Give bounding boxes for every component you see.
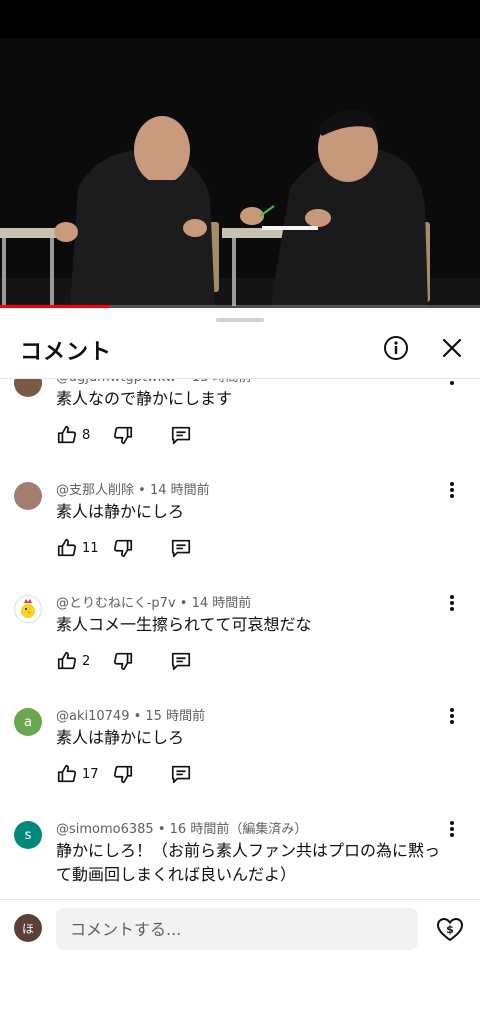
comment-text: 素人コメ一生擦られてて可哀想だな: [56, 615, 312, 634]
close-button[interactable]: [436, 332, 468, 364]
reply-icon: [171, 539, 191, 558]
comment-item: @支那人削除 • 14 時間前 素人は静かにしろ 11: [0, 474, 480, 587]
comment-meta: @simomo6385 • 16 時間前（編集済み）: [56, 818, 307, 837]
like-icon: [57, 651, 77, 670]
comment-text: 素人は静かにしろ: [56, 728, 185, 747]
like-icon: [57, 764, 77, 783]
meta-separator: •: [175, 596, 192, 611]
comment-time: 14 時間前: [149, 483, 210, 498]
reply-icon: [171, 765, 191, 784]
comment-text: 静かにしろ！（お前ら素人ファン共はプロの為に黙って動画回しまくれば良いんだよ）: [56, 841, 441, 884]
avatar-letter: s: [24, 827, 32, 843]
comment-actions: 8: [56, 423, 194, 447]
dislike-button[interactable]: [112, 650, 170, 672]
comment-item: a @aki10749 • 15 時間前 素人は静かにしろ 17: [0, 700, 480, 813]
commenter-avatar[interactable]: [14, 595, 42, 623]
comment-author[interactable]: @支那人削除: [56, 483, 134, 498]
dislike-button[interactable]: [112, 537, 170, 559]
like-count: 11: [82, 540, 99, 556]
reply-button[interactable]: [170, 763, 194, 785]
close-icon: [442, 338, 462, 358]
reply-button[interactable]: [170, 424, 194, 446]
commenter-avatar[interactable]: s: [14, 821, 42, 849]
comment-meta: @agjdmwtgptwkw • 13 時間前: [56, 379, 252, 385]
comment-author[interactable]: @simomo6385: [56, 822, 154, 837]
info-button[interactable]: [380, 332, 412, 364]
comment-more-button[interactable]: [440, 591, 464, 615]
comment-author[interactable]: @とりむねにく-p7v: [56, 596, 176, 611]
commenter-avatar[interactable]: a: [14, 708, 42, 736]
meta-separator: •: [153, 822, 170, 837]
reply-icon: [171, 652, 191, 671]
dislike-icon: [113, 765, 133, 784]
comment-text: 素人は静かにしろ: [56, 502, 185, 521]
more-vert-icon: [450, 482, 454, 498]
meta-separator: •: [176, 379, 192, 385]
comment-item: s @simomo6385 • 16 時間前（編集済み） 静かにしろ！（お前ら素人フ…: [0, 813, 480, 899]
reply-button[interactable]: [170, 650, 194, 672]
comment-more-button[interactable]: [440, 817, 464, 841]
dislike-icon: [113, 426, 133, 445]
comment-meta: @支那人削除 • 14 時間前: [56, 479, 210, 498]
comment-input-bar: ほ $: [0, 900, 480, 960]
comment-author[interactable]: @agjdmwtgptwkw: [56, 379, 176, 385]
more-vert-icon: [450, 708, 454, 724]
video-frame: [0, 38, 480, 308]
meta-separator: •: [134, 483, 150, 498]
comment-text: 素人なので静かにします: [56, 389, 233, 408]
comment-more-button[interactable]: [440, 478, 464, 502]
comment-actions: 11: [56, 536, 194, 560]
comments-header: コメント: [0, 328, 480, 378]
comment-author[interactable]: @aki10749: [56, 709, 129, 724]
more-vert-icon: [450, 821, 454, 837]
comment-meta: @aki10749 • 15 時間前: [56, 705, 205, 724]
like-icon: [57, 425, 77, 444]
comment-input[interactable]: [56, 908, 418, 950]
comment-time: 15 時間前: [145, 709, 206, 724]
comment-actions: 17: [56, 762, 194, 786]
like-count: 8: [82, 427, 91, 443]
like-icon: [57, 538, 77, 557]
super-thanks-heart-dollar-icon: $: [436, 917, 464, 942]
super-thanks-button[interactable]: $: [434, 914, 466, 946]
info-circle-icon: [384, 336, 408, 360]
comment-time: 14 時間前: [191, 596, 252, 611]
commenter-avatar[interactable]: [14, 379, 42, 397]
comment-actions: 2: [56, 649, 194, 673]
user-avatar[interactable]: ほ: [14, 914, 42, 942]
reply-icon: [171, 426, 191, 445]
status-bar: [0, 0, 480, 38]
comment-item: @agjdmwtgptwkw • 13 時間前素人なので静かにします 8: [0, 379, 480, 474]
comment-list[interactable]: @agjdmwtgptwkw • 13 時間前素人なので静かにします 8 @支那人削…: [0, 379, 480, 899]
comment-item: @とりむねにく-p7v • 14 時間前素人コメ一生擦られてて可哀想だな 2: [0, 587, 480, 700]
chick-avatar-icon: [14, 595, 42, 623]
commenter-avatar[interactable]: [14, 482, 42, 510]
comment-time: 16 時間前（編集済み）: [169, 822, 308, 837]
comment-time: 13 時間前: [192, 379, 252, 385]
dislike-icon: [113, 652, 133, 671]
more-vert-icon: [450, 595, 454, 611]
avatar-letter: a: [24, 714, 32, 730]
like-count: 2: [82, 653, 91, 669]
like-button[interactable]: 2: [56, 650, 112, 672]
reply-button[interactable]: [170, 537, 194, 559]
dislike-button[interactable]: [112, 763, 170, 785]
dislike-icon: [113, 539, 133, 558]
like-button[interactable]: 17: [56, 763, 112, 785]
more-vert-icon: [450, 381, 454, 385]
like-count: 17: [82, 766, 99, 782]
like-button[interactable]: 11: [56, 537, 112, 559]
dislike-button[interactable]: [112, 424, 170, 446]
comment-more-button[interactable]: [440, 379, 464, 389]
meta-separator: •: [129, 709, 146, 724]
svg-text:$: $: [446, 923, 454, 936]
like-button[interactable]: 8: [56, 424, 112, 446]
comments-title: コメント: [20, 340, 113, 365]
comments-sheet: コメント @agjdmwtgptwkw • 13 時間前素人なので静かにします 8…: [0, 308, 480, 1013]
comment-more-button[interactable]: [440, 704, 464, 728]
drag-handle[interactable]: [216, 318, 264, 322]
comment-meta: @とりむねにく-p7v • 14 時間前: [56, 592, 251, 611]
video-player[interactable]: [0, 38, 480, 308]
